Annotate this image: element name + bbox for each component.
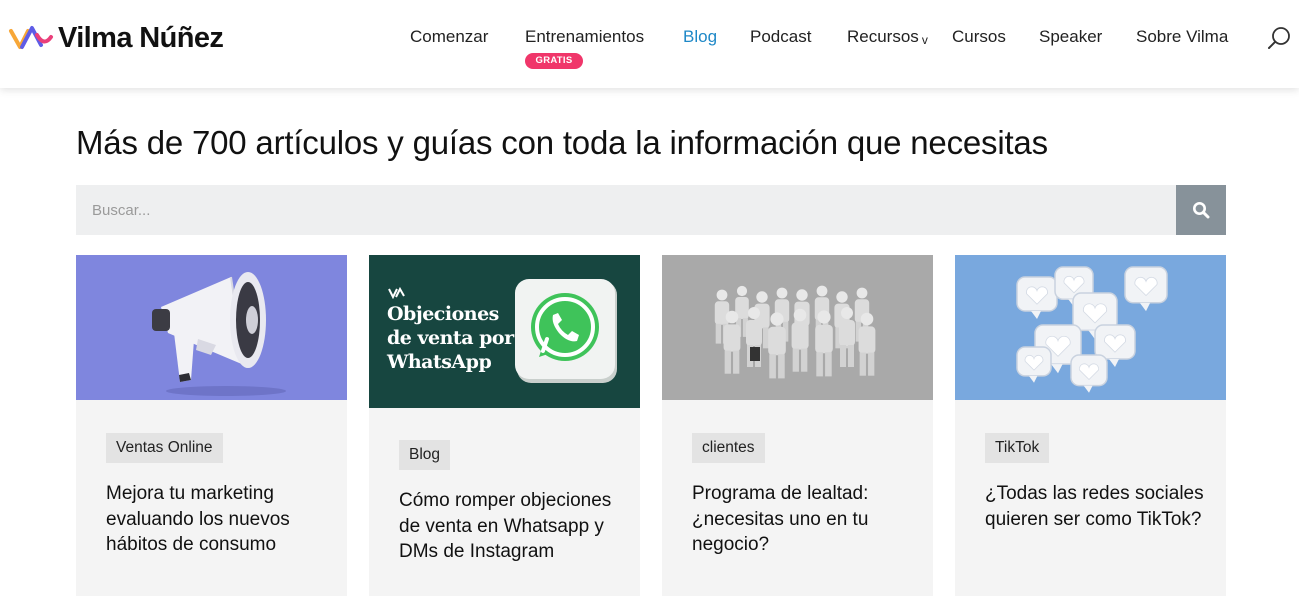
megaphone-icon	[152, 272, 286, 396]
card-title[interactable]: Mejora tu marketing evaluando los nuevos…	[106, 481, 331, 558]
card-image-whatsapp[interactable]: Objeciones de venta por WhatsApp	[369, 255, 640, 408]
page-title: Más de 700 artículos y guías con toda la…	[76, 124, 1048, 161]
article-card-1[interactable]: Ventas Online Mejora tu marketing evalua…	[76, 255, 347, 596]
briefcase-icon	[750, 347, 760, 361]
nav-item-recursos-label: Recursos	[847, 27, 919, 46]
article-card-4[interactable]: TikTok ¿Todas las redes sociales quieren…	[955, 255, 1226, 596]
nav-item-blog[interactable]: Blog	[683, 27, 717, 47]
card-image-crowd[interactable]	[662, 255, 933, 400]
heart-bubble-icon	[1016, 346, 1052, 383]
whatsapp-icon	[515, 279, 617, 383]
brand-mark-icon	[388, 287, 405, 299]
card-image-megaphone[interactable]	[76, 255, 347, 400]
search-bar	[76, 185, 1226, 235]
card-tag[interactable]: clientes	[692, 433, 765, 463]
nav-item-sobre-vilma[interactable]: Sobre Vilma	[1136, 27, 1228, 47]
search-button[interactable]	[1176, 185, 1226, 235]
card-tag[interactable]: TikTok	[985, 433, 1050, 463]
site-header: Vilma Núñez Comenzar Entrenamientos Blog…	[0, 0, 1299, 88]
search-icon[interactable]	[1266, 25, 1292, 51]
nav-item-entrenamientos[interactable]: Entrenamientos	[525, 27, 644, 47]
heart-bubble-icon	[1016, 276, 1058, 319]
logo-mark-icon	[9, 26, 53, 49]
nav-item-cursos[interactable]: Cursos	[952, 27, 1006, 47]
card-image-hearts[interactable]	[955, 255, 1226, 400]
card-title[interactable]: Programa de lealtad: ¿necesitas uno en t…	[692, 481, 917, 558]
article-card-2[interactable]: Objeciones de venta por WhatsApp Blog Có…	[369, 255, 640, 596]
gratis-badge[interactable]: GRATIS	[525, 53, 583, 69]
card-title[interactable]: Cómo romper objeciones de venta en Whats…	[399, 488, 624, 565]
card-tag[interactable]: Ventas Online	[106, 433, 223, 463]
search-input[interactable]	[76, 185, 1176, 235]
nav-item-recursos[interactable]: Recursos v	[847, 27, 928, 47]
article-card-3[interactable]: clientes Programa de lealtad: ¿necesitas…	[662, 255, 933, 596]
brand-logo[interactable]: Vilma Núñez	[8, 20, 224, 56]
nav-item-podcast[interactable]: Podcast	[750, 27, 811, 47]
card-image-caption: Objeciones de venta por WhatsApp	[387, 303, 514, 373]
card-title[interactable]: ¿Todas las redes sociales quieren ser co…	[985, 481, 1210, 532]
nav-item-comenzar[interactable]: Comenzar	[410, 27, 488, 47]
crowd-icon	[714, 285, 876, 379]
heart-icon	[1016, 266, 1168, 393]
chevron-down-icon: v	[921, 33, 928, 47]
search-icon	[1193, 202, 1210, 219]
heart-bubble-icon	[1070, 354, 1108, 393]
brand-name: Vilma Núñez	[58, 21, 224, 54]
heart-bubble-icon	[1124, 266, 1168, 312]
nav-item-speaker[interactable]: Speaker	[1039, 27, 1102, 47]
card-tag[interactable]: Blog	[399, 440, 451, 470]
